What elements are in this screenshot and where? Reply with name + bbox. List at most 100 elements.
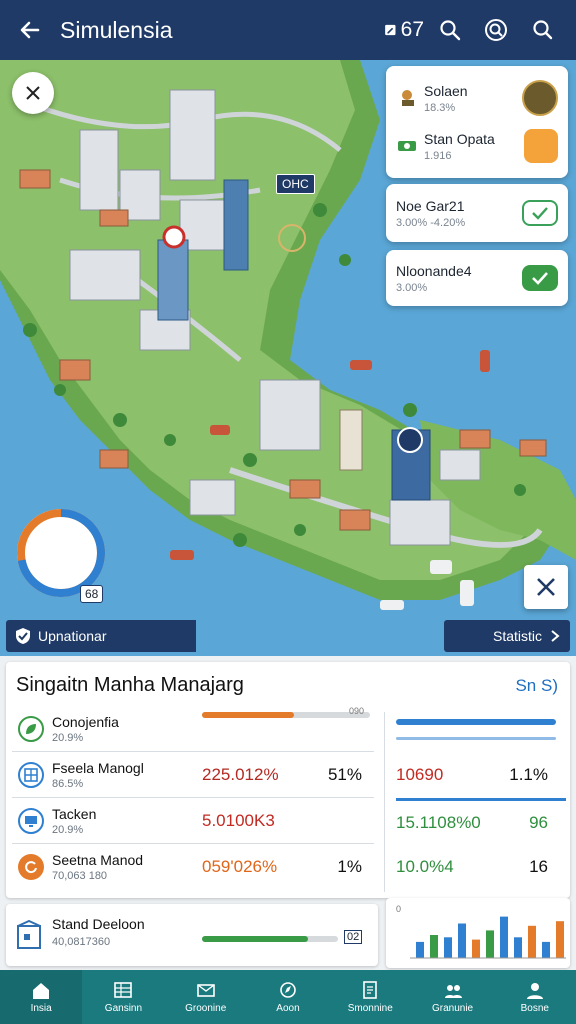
close-overlay-button[interactable] — [524, 565, 568, 609]
search-alt-icon[interactable] — [522, 10, 562, 50]
comparison-column: 10690 1.1% 15.1108%0 96 10.0%4 16 — [396, 706, 566, 890]
back-arrow-icon[interactable] — [14, 14, 46, 46]
nav-item-gansinn[interactable]: Gansinn — [82, 970, 164, 1024]
list-item[interactable]: Conojenfia 20.9% 090 — [12, 706, 374, 752]
row-percent: 51% — [327, 764, 362, 784]
panel-item[interactable]: Solaen 18.3% — [396, 74, 558, 122]
progress-label: 090 — [348, 706, 364, 716]
panel-item-name: Solaen — [424, 82, 468, 99]
light-bar — [396, 736, 556, 740]
top-app-bar: Simulensia 67 — [0, 0, 576, 60]
management-card: Singaitn Manha Manajarg Sn S) Conojenfia… — [6, 662, 570, 898]
money-icon — [398, 141, 416, 151]
tab-statistics[interactable]: Statistic — [444, 620, 570, 652]
search-icon[interactable] — [430, 10, 470, 50]
nav-item-insia[interactable]: Insia — [0, 970, 83, 1024]
row-progress: 090 — [202, 706, 370, 718]
panel-item-value: 1.916 — [424, 149, 452, 162]
nav-item-smonnine[interactable]: Smonnine — [329, 970, 411, 1024]
status-panel-2[interactable]: Nloonande4 3.00% — [386, 250, 568, 306]
row-sub: 20.9% — [52, 731, 84, 744]
row-percent: 1% — [337, 857, 362, 876]
compare-row[interactable]: 10.0%4 16 — [396, 844, 566, 890]
nav-label: Smonnine — [347, 1003, 393, 1014]
user-icon — [526, 983, 543, 999]
badge-icon[interactable] — [524, 129, 558, 163]
mini-chart-bar — [556, 921, 564, 958]
deployment-name: Stand Deeloon — [52, 916, 145, 932]
list-item[interactable]: Fseela Manogl 86.5% 225.012% 51% — [12, 752, 374, 798]
nav-item-groonine[interactable]: Groonine — [165, 970, 247, 1024]
compare-row[interactable]: 10690 1.1% — [396, 752, 566, 798]
nav-label: Insia — [30, 1003, 52, 1014]
map-callout-label: OHC — [276, 174, 315, 194]
tab-updates[interactable]: Upnationar — [6, 620, 196, 652]
compare-row[interactable]: 15.1108%0 96 — [396, 798, 566, 844]
grid-icon — [18, 761, 44, 788]
mini-chart-bar — [430, 935, 438, 958]
status-name: Noe Gar21 — [396, 197, 465, 214]
check-filled-icon[interactable] — [522, 265, 558, 291]
mini-bar-chart — [410, 916, 566, 959]
row-sub: 86.5% — [52, 777, 84, 790]
deployment-progress — [202, 936, 338, 942]
nav-label: Gansinn — [104, 1003, 143, 1014]
nav-item-aoon[interactable]: Aoon — [247, 970, 329, 1024]
mini-chart-label: 0 — [396, 904, 402, 914]
metrics-list: Conojenfia 20.9% 090 Fseela Manogl 86.5%… — [12, 706, 374, 890]
card-title: Singaitn Manha Manajarg — [16, 674, 244, 696]
compare-percent: 96 — [529, 812, 548, 832]
mini-chart-bar — [458, 923, 466, 958]
row-name: Fseela Manogl — [52, 759, 144, 776]
close-map-button[interactable] — [12, 72, 54, 114]
compare-value: 15.1108%0 — [396, 812, 481, 832]
group-icon — [444, 985, 462, 998]
check-outline-icon[interactable] — [522, 200, 558, 226]
compare-value: 10.0%4 — [396, 857, 454, 876]
content-area: Singaitn Manha Manajarg Sn S) Conojenfia… — [0, 658, 576, 970]
mini-chart-bar — [500, 916, 508, 958]
mini-bar-chart-card[interactable]: 0 — [386, 898, 570, 968]
status-panel-1[interactable]: Noe Gar21 3.00% -4.20% — [386, 184, 568, 242]
status-value: 3.00% — [396, 281, 428, 294]
bar-row — [396, 706, 566, 752]
zoom-icon[interactable] — [476, 10, 516, 50]
mail-icon — [196, 984, 215, 997]
deployment-card[interactable]: Stand Deeloon 40,0817360 02 — [6, 904, 378, 966]
compare-percent: 1.1% — [509, 765, 548, 784]
city-map[interactable]: OHC Solaen 18.3% Stan Opata 1.916 Noe Ga… — [0, 60, 576, 656]
nav-label: Groonine — [185, 1003, 227, 1014]
nav-label: Granunie — [431, 1003, 474, 1014]
panel-item-name: Stan Opata — [424, 130, 495, 147]
chevron-right-icon — [551, 630, 560, 642]
mini-chart-bar — [486, 930, 494, 958]
panel-item-value: 18.3% — [424, 101, 456, 114]
grid-icon — [114, 982, 133, 998]
tab-statistics-label: Statistic — [492, 628, 542, 644]
bottom-nav: Insia Gansinn Groonine Aoon Smonnine Granunie… — [0, 970, 576, 1024]
deployment-badge: 02 — [344, 930, 363, 944]
mini-chart-bar — [472, 939, 480, 958]
list-item[interactable]: Seetna Manod 70,063 180 059'026% 1% — [12, 844, 374, 890]
compare-value: 10690 — [396, 765, 444, 784]
card-link[interactable]: Sn S) — [515, 676, 558, 696]
blue-bar — [396, 718, 556, 725]
mini-chart-bar — [528, 925, 536, 958]
nav-label: Aoon — [276, 1003, 300, 1014]
nav-label: Bosne — [520, 1003, 549, 1014]
nav-item-granunie[interactable]: Granunie — [411, 970, 493, 1024]
panel-item[interactable]: Stan Opata 1.916 — [396, 122, 558, 170]
nav-item-bosne[interactable]: Bosne — [494, 970, 576, 1024]
monitor-icon — [18, 807, 44, 834]
row-name: Seetna Manod — [52, 852, 144, 868]
summary-panel: Solaen 18.3% Stan Opata 1.916 — [386, 66, 568, 178]
list-item[interactable]: Tacken 20.9% 5.0100K3 — [12, 798, 374, 844]
edit-badge-icon[interactable]: 67 — [384, 10, 424, 50]
deployment-sub: 40,0817360 — [52, 936, 111, 948]
mini-chart-bar — [514, 937, 522, 958]
mini-chart-bar — [542, 941, 550, 958]
avatar[interactable] — [522, 80, 558, 116]
mini-chart-bar — [416, 941, 424, 958]
app-title: Simulensia — [60, 16, 173, 43]
tab-updates-label: Upnationar — [38, 628, 107, 644]
